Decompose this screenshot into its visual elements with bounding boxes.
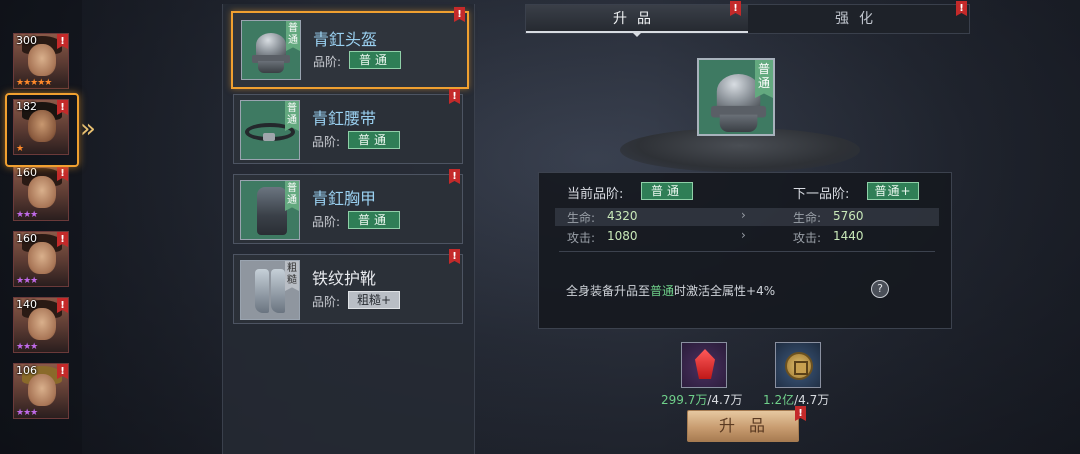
stat-next-value: 5760 <box>833 209 864 223</box>
equipment-card-chest[interactable]: 普通 青釭胸甲 品阶: 普通 ! <box>233 169 463 244</box>
hero-level: 160 <box>16 232 37 245</box>
divider <box>559 251 935 252</box>
hero-list: 300 ★★★★★ ! 182 ★ ! 160 ★★★ ! 160 ★★★ ! … <box>0 0 82 454</box>
hero-selection-frame <box>5 93 79 167</box>
boots-icon: 粗糙 <box>240 260 300 320</box>
alert-badge: ! <box>57 232 68 247</box>
coin-cost-text: 1.2亿/4.7万 <box>763 393 830 407</box>
hero-level: 160 <box>16 166 37 179</box>
chevron-right-icon: » <box>80 114 96 144</box>
gem-cost-text: 299.7万/4.7万 <box>661 393 743 407</box>
next-grade-label: 下一品阶: <box>793 187 850 202</box>
hero-stars: ★★★★★ <box>16 78 52 88</box>
grade-stats-panel: 当前品阶: 普通 下一品阶: 普通+ 生命: 4320 › 生命: 5760 攻… <box>538 172 952 329</box>
hero-level: 140 <box>16 298 37 311</box>
stat-label: 攻击: <box>793 231 822 245</box>
help-icon[interactable]: ? <box>871 280 889 298</box>
hero-portrait[interactable]: 140 ★★★ ! <box>13 297 69 353</box>
alert-badge: ! <box>57 298 68 313</box>
alert-badge: ! <box>449 169 460 184</box>
rarity-tag: 普通 <box>285 181 299 211</box>
equipment-name: 青釭胸甲 <box>312 189 377 208</box>
stat-label: 生命: <box>793 211 822 225</box>
rarity-tag: 普通 <box>755 60 773 98</box>
alert-badge: ! <box>57 166 68 181</box>
current-grade-badge: 普通 <box>641 182 693 200</box>
alert-badge: ! <box>449 89 460 104</box>
grade-label: 品阶: <box>313 55 342 69</box>
coin-icon <box>775 342 821 388</box>
hero-level: 300 <box>16 34 37 47</box>
alert-badge: ! <box>57 34 68 49</box>
arrow-right-icon: › <box>741 208 746 222</box>
grade-badge: 普通 <box>349 51 401 69</box>
equipment-card-boots[interactable]: 粗糙 铁纹护靴 品阶: 粗糙+ ! <box>233 249 463 324</box>
rarity-tag: 普通 <box>285 101 299 131</box>
rarity-tag: 粗糙 <box>285 261 299 291</box>
grade-badge: 粗糙+ <box>348 291 400 309</box>
arrow-right-icon: › <box>741 228 746 242</box>
grade-label: 品阶: <box>312 135 341 149</box>
caret-down-icon <box>631 31 643 37</box>
belt-icon: 普通 <box>240 100 300 160</box>
red-gem-icon <box>681 342 727 388</box>
stat-next-value: 1440 <box>833 229 864 243</box>
chest-armor-icon: 普通 <box>240 180 300 240</box>
equipment-name: 铁纹护靴 <box>312 269 377 288</box>
grade-label: 品阶: <box>312 215 341 229</box>
alert-badge: ! <box>449 249 460 264</box>
tab-enhance[interactable]: 强化 <box>748 5 970 33</box>
equipment-card-belt[interactable]: 普通 青釭腰带 品阶: 普通 ! <box>233 89 463 164</box>
upgrade-button[interactable]: 升品 <box>687 410 799 442</box>
hero-stars: ★★★ <box>16 408 38 418</box>
stat-label: 攻击: <box>567 231 596 245</box>
grade-label: 品阶: <box>312 295 341 309</box>
stat-current-value: 1080 <box>607 229 638 243</box>
stat-label: 生命: <box>567 211 596 225</box>
tab-upgrade[interactable]: 升品 <box>526 5 748 33</box>
hero-stars: ★★★ <box>16 210 38 220</box>
hero-portrait[interactable]: 106 ★★★ ! <box>13 363 69 419</box>
equipment-name: 青釭头盔 <box>313 30 378 49</box>
rarity-tag: 普通 <box>286 21 300 51</box>
tab-bar: 升品 强化 ! ! <box>525 1 970 34</box>
equipment-name: 青釭腰带 <box>312 109 377 128</box>
alert-badge: ! <box>57 364 68 379</box>
hero-stars: ★★★ <box>16 342 38 352</box>
equipment-card-helmet[interactable]: 普通 青釭头盔 品阶: 普通 ! <box>231 7 469 89</box>
grade-badge: 普通 <box>348 211 400 229</box>
selected-helmet-icon: 普通 <box>697 58 775 136</box>
current-grade-label: 当前品阶: <box>567 187 624 202</box>
set-bonus-text: 全身装备升品至普通时激活全属性+4% <box>566 284 776 298</box>
hero-stars: ★★★ <box>16 276 38 286</box>
next-grade-badge: 普通+ <box>867 182 919 200</box>
hero-level: 106 <box>16 364 37 377</box>
stat-current-value: 4320 <box>607 209 638 223</box>
hero-portrait[interactable]: 160 ★★★ ! <box>13 165 69 221</box>
hero-portrait[interactable]: 300 ★★★★★ ! <box>13 33 69 89</box>
hero-portrait[interactable]: 160 ★★★ ! <box>13 231 69 287</box>
alert-badge: ! <box>454 7 465 22</box>
grade-badge: 普通 <box>348 131 400 149</box>
helmet-icon: 普通 <box>241 20 301 80</box>
